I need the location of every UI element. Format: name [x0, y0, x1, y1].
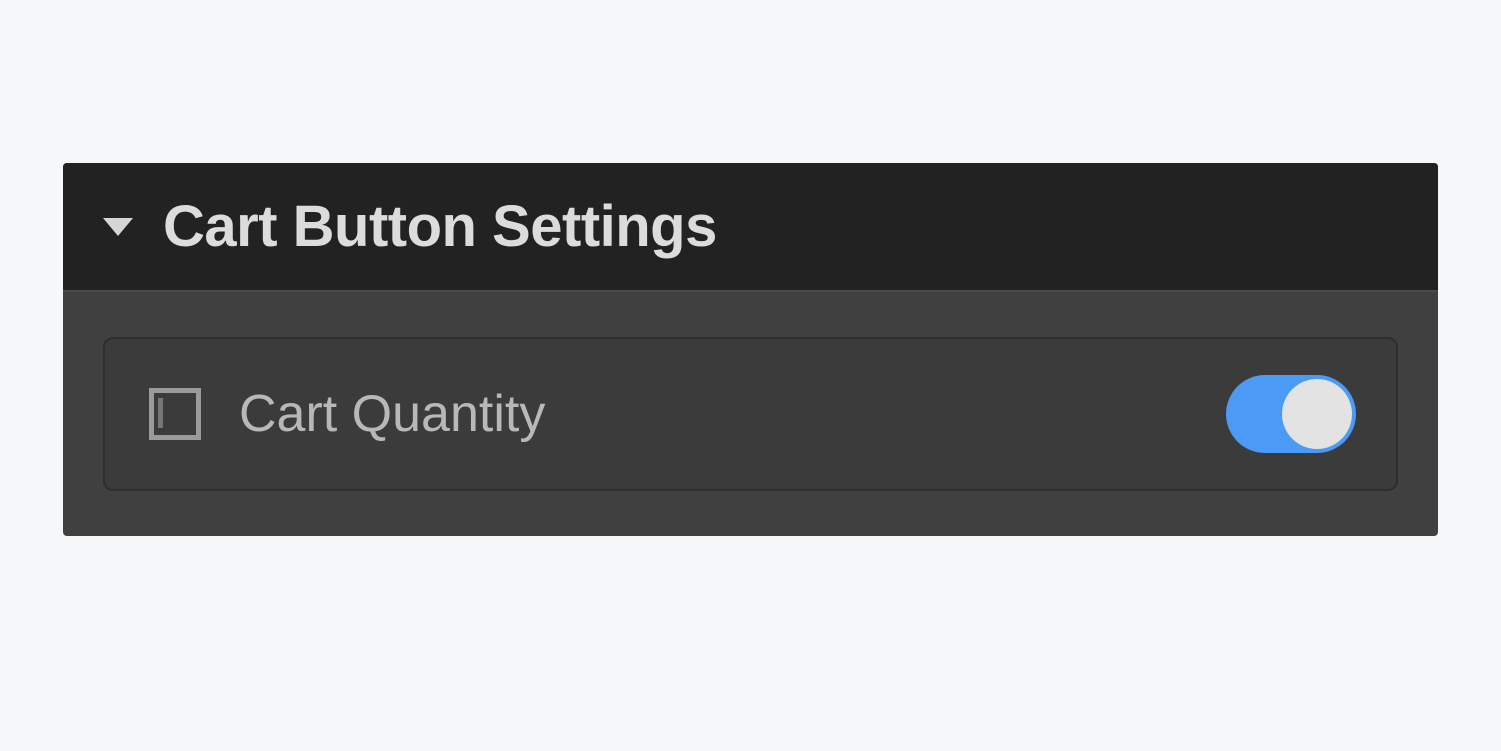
settings-panel: Cart Button Settings Cart Quantity [63, 163, 1438, 536]
cart-quantity-toggle[interactable] [1226, 375, 1356, 453]
setting-left: Cart Quantity [149, 384, 545, 444]
setting-row: Cart Quantity [103, 337, 1398, 491]
panel-title: Cart Button Settings [163, 193, 717, 260]
panel-header[interactable]: Cart Button Settings [63, 163, 1438, 292]
setting-label: Cart Quantity [239, 384, 545, 444]
layout-box-icon [149, 388, 201, 440]
toggle-knob [1282, 379, 1352, 449]
panel-body: Cart Quantity [63, 292, 1438, 536]
chevron-down-icon [103, 218, 133, 236]
